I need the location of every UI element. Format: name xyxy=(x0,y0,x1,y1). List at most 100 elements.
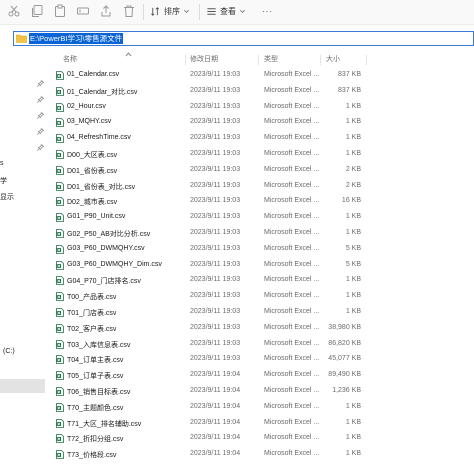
file-name: D00_大区表.csv xyxy=(67,152,118,159)
sort-button[interactable]: 排序 xyxy=(150,3,190,20)
column-size[interactable]: 大小 xyxy=(326,54,340,64)
column-date[interactable]: 修改日期 xyxy=(190,54,218,64)
column-divider[interactable] xyxy=(366,55,367,65)
column-type[interactable]: 类型 xyxy=(264,54,278,64)
file-row[interactable]: 02_Hour.csv 2023/9/11 19:03 Microsoft Exce… xyxy=(0,100,474,116)
file-date: 2023/9/11 19:03 xyxy=(190,339,241,347)
file-size: 2 KB xyxy=(345,165,361,173)
file-row[interactable]: T02_客户表.csv 2023/9/11 19:03 Microsoft Exce… xyxy=(0,321,474,337)
file-row[interactable]: G01_P90_Unit.csv 2023/9/11 19:03 Microsoft… xyxy=(0,210,474,226)
rename-icon[interactable] xyxy=(76,4,90,18)
file-date: 2023/9/11 19:03 xyxy=(190,244,241,252)
file-size: 837 KB xyxy=(338,71,361,78)
file-size: 89,490 KB xyxy=(328,371,361,379)
file-size: 1 KB xyxy=(345,450,361,458)
excel-csv-file-icon xyxy=(56,418,64,428)
file-date: 2023/9/11 19:04 xyxy=(190,371,241,379)
file-row[interactable]: T03_入库信息表.csv 2023/9/11 19:03 Microsoft Ex… xyxy=(0,337,474,353)
file-row[interactable]: T04_订单主表.csv 2023/9/11 19:03 Microsoft Exc… xyxy=(0,352,474,368)
excel-csv-file-icon xyxy=(56,260,64,270)
file-size: 1,236 KB xyxy=(332,387,361,394)
copy-icon[interactable] xyxy=(30,4,44,18)
share-icon[interactable] xyxy=(99,4,113,18)
file-row[interactable]: T05_订单子表.csv 2023/9/11 19:04 Microsoft Exc… xyxy=(0,368,474,384)
file-row[interactable]: T72_折扣分组.csv 2023/9/11 19:04 Microsoft Exc… xyxy=(0,431,474,447)
file-date: 2023/9/11 19:03 xyxy=(190,150,241,157)
more-options-button[interactable]: ··· xyxy=(262,3,273,20)
sort-icon xyxy=(151,7,160,16)
file-row[interactable]: 04_RefreshTime.csv 2023/9/11 19:03 Microso… xyxy=(0,131,474,147)
file-row[interactable]: T06_销售目标表.csv 2023/9/11 19:04 Microsoft Ex… xyxy=(0,384,474,400)
file-date: 2023/9/11 19:04 xyxy=(190,402,241,410)
column-divider[interactable] xyxy=(185,55,186,65)
file-row[interactable]: G02_P50_AB对比分析.csv 2023/9/11 19:03 Microso… xyxy=(0,226,474,242)
file-size: 86,820 KB xyxy=(328,339,361,347)
file-row[interactable]: T71_大区_排名辅助.csv 2023/9/11 19:04 Microsoft … xyxy=(0,416,474,432)
file-row[interactable]: 01_Calendar.csv 2023/9/11 19:03 Microsoft … xyxy=(0,68,474,84)
file-row[interactable]: G03_P60_DWMQHY.csv 2023/9/11 19:03 Microso… xyxy=(0,242,474,258)
excel-csv-file-icon xyxy=(56,118,64,128)
file-type: Microsoft Excel ... xyxy=(264,292,320,300)
excel-csv-file-icon xyxy=(56,450,64,460)
file-row[interactable]: 03_MQHY.csv 2023/9/11 19:03 Microsoft Exce… xyxy=(0,115,474,131)
file-date: 2023/9/11 19:03 xyxy=(190,134,241,142)
file-size: 1 KB xyxy=(345,150,361,157)
excel-csv-file-icon xyxy=(56,276,64,286)
command-bar: 排序 查看 ··· xyxy=(0,0,474,25)
file-date: 2023/9/11 19:03 xyxy=(190,323,241,331)
file-name: T71_大区_排名辅助.csv xyxy=(67,420,142,428)
file-type: Microsoft Excel ... xyxy=(264,197,320,205)
file-size: 38,980 KB xyxy=(328,323,361,331)
column-name[interactable]: 名称 xyxy=(63,54,77,64)
file-size: 1 KB xyxy=(345,229,361,236)
excel-csv-file-icon xyxy=(56,339,64,349)
excel-csv-file-icon xyxy=(56,181,64,191)
file-row[interactable]: D01_省份表_对比.csv 2023/9/11 19:03 Microsoft E… xyxy=(0,179,474,195)
file-date: 2023/9/11 19:03 xyxy=(190,355,241,363)
file-row[interactable]: 01_Calendar_对比.csv 2023/9/11 19:03 Microso… xyxy=(0,84,474,100)
chevron-down-icon xyxy=(184,9,189,13)
file-row[interactable]: G04_P70_门店排名.csv 2023/9/11 19:03 Microsoft… xyxy=(0,273,474,289)
excel-csv-file-icon xyxy=(56,229,64,238)
delete-icon[interactable] xyxy=(122,4,136,18)
file-type: Microsoft Excel ... xyxy=(264,387,320,394)
address-bar[interactable]: E:\PowerBI学习\零售源文件 xyxy=(13,31,474,46)
file-row[interactable]: T00_产品表.csv 2023/9/11 19:03 Microsoft Exce… xyxy=(0,289,474,305)
excel-csv-file-icon xyxy=(56,323,64,333)
cut-icon[interactable] xyxy=(7,4,21,18)
paste-icon[interactable] xyxy=(53,4,67,18)
file-size: 1 KB xyxy=(345,118,361,126)
excel-csv-file-icon xyxy=(56,292,64,302)
file-name: T04_订单主表.csv xyxy=(67,357,124,365)
file-name: T01_门店表.csv xyxy=(67,310,117,317)
file-type: Microsoft Excel ... xyxy=(264,260,320,268)
column-divider[interactable] xyxy=(320,55,321,65)
address-path[interactable]: E:\PowerBI学习\零售源文件 xyxy=(29,33,124,44)
column-header: 名称 修改日期 类型 大小 xyxy=(0,52,474,66)
file-name: T02_客户表.csv xyxy=(67,325,117,333)
file-name: D01_省份表.csv xyxy=(67,167,118,175)
file-size: 1 KB xyxy=(345,134,361,142)
file-date: 2023/9/11 19:03 xyxy=(190,71,241,78)
file-type: Microsoft Excel ... xyxy=(264,181,320,189)
file-size: 1 KB xyxy=(345,308,361,315)
file-row[interactable]: G03_P60_DWMQHY_Dim.csv 2023/9/11 19:03 Mic… xyxy=(0,258,474,274)
file-name: T06_销售目标表.csv xyxy=(67,389,131,396)
file-row[interactable]: D02_城市表.csv 2023/9/11 19:03 Microsoft Exce… xyxy=(0,194,474,210)
excel-csv-file-icon xyxy=(56,150,64,159)
file-row[interactable]: T73_价格段.csv 2023/9/11 19:04 Microsoft Exce… xyxy=(0,447,474,463)
file-row[interactable]: T01_门店表.csv 2023/9/11 19:03 Microsoft Exce… xyxy=(0,305,474,321)
file-size: 1 KB xyxy=(345,292,361,300)
file-name: G02_P50_AB对比分析.csv xyxy=(67,231,151,238)
file-row[interactable]: D01_省份表.csv 2023/9/11 19:03 Microsoft Exce… xyxy=(0,163,474,179)
file-row[interactable]: D00_大区表.csv 2023/9/11 19:03 Microsoft Exce… xyxy=(0,147,474,163)
file-type: Microsoft Excel ... xyxy=(264,339,320,347)
file-size: 1 KB xyxy=(345,213,361,221)
file-row[interactable]: T70_主题颜色.csv 2023/9/11 19:04 Microsoft Exc… xyxy=(0,400,474,416)
view-button[interactable]: 查看 xyxy=(206,3,246,20)
file-type: Microsoft Excel ... xyxy=(264,434,320,442)
file-date: 2023/9/11 19:04 xyxy=(190,387,241,394)
file-type: Microsoft Excel ... xyxy=(264,308,320,315)
column-divider[interactable] xyxy=(258,55,259,65)
excel-csv-file-icon xyxy=(56,213,64,223)
